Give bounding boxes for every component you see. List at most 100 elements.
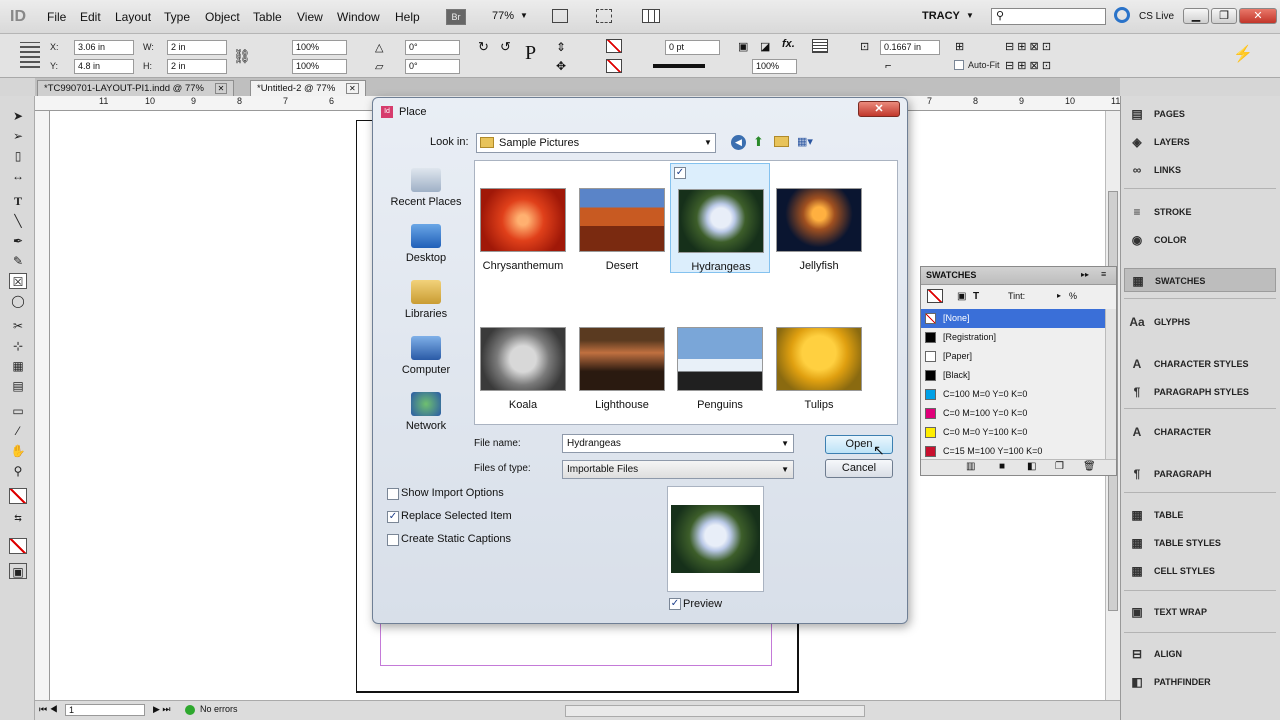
view-menu-icon[interactable]: ▦▾ [797,135,813,148]
delete-swatch-icon[interactable]: 🗑 [1083,461,1096,472]
option-checkbox[interactable] [387,488,399,500]
fill-stroke-icon[interactable] [9,488,27,504]
scissors-tool-icon[interactable]: ✂ [9,318,27,334]
file-item[interactable]: Tulips [769,302,869,412]
drop-shadow-icon[interactable]: ▣ [738,40,748,53]
zoom-level[interactable]: 77% [492,10,514,22]
apply-none-icon[interactable] [9,538,27,554]
swap-fill-stroke-icon[interactable]: ⇆ [9,510,27,526]
corner-offset-field[interactable]: 0.1667 in [880,40,940,55]
scale-x-field[interactable]: 100% [292,40,347,55]
constrain-proportions-icon[interactable]: ⛓ [233,48,251,65]
cs-live-icon[interactable] [1114,7,1130,23]
distribute-icon[interactable]: ⊟ ⊞ ⊠ ⊡ [1005,59,1051,72]
dock-item-character[interactable]: A CHARACTER [1124,420,1276,444]
gap-tool-icon[interactable]: ↔ [9,168,27,184]
line-tool-icon[interactable]: ╲ [9,213,27,229]
file-item[interactable]: Hydrangeas ✓ [670,163,770,273]
swatch-row[interactable]: [None] [921,309,1105,328]
rotate-ccw-icon[interactable]: ↺ [500,39,511,55]
swatches-panel-header[interactable]: SWATCHES ▸▸ ≡ [921,267,1116,285]
file-item[interactable]: Lighthouse [572,302,672,412]
menu-table[interactable]: Table [253,10,282,24]
chevron-down-icon[interactable]: ▼ [966,11,974,20]
screen-mode-tool-icon[interactable]: ▣ [9,563,27,579]
option-checkbox[interactable]: ✓ [387,511,399,523]
dock-item-layers[interactable]: ◈ LAYERS [1124,130,1276,154]
menu-file[interactable]: File [47,10,66,24]
swatch-row[interactable]: [Paper] [921,347,1105,366]
flip-icon[interactable]: P [525,42,536,65]
stroke-weight-field[interactable]: 0 pt [665,40,720,55]
opacity-field[interactable]: 100% [752,59,797,74]
swatch-row[interactable]: C=0 M=0 Y=100 K=0 [921,423,1105,442]
scale-y-field[interactable]: 100% [292,59,347,74]
text-frame-options-icon[interactable] [812,39,828,53]
y-position-field[interactable]: 4.8 in [74,59,134,74]
cancel-button[interactable]: Cancel [825,459,893,478]
dock-item-glyphs[interactable]: Aa GLYPHS [1124,310,1276,334]
back-icon[interactable]: ◀ [731,135,746,150]
reference-point-icon[interactable] [20,42,40,68]
width-field[interactable]: 2 in [167,40,227,55]
panel-menu-icon[interactable]: ≡ [1101,269,1106,279]
first-page-icon[interactable]: ⏮ ◀ [39,704,58,715]
next-page-icon[interactable]: ▶ ⏭ [153,704,171,715]
fill-none-icon[interactable] [606,39,622,53]
dock-item-table[interactable]: ▦ TABLE [1124,503,1276,527]
bridge-icon[interactable]: Br [446,9,466,25]
note-tool-icon[interactable]: ▭ [9,403,27,419]
direct-selection-tool-icon[interactable]: ➢ [9,128,27,144]
help-search-input[interactable]: ⚲ [991,8,1106,25]
x-position-field[interactable]: 3.06 in [74,40,134,55]
pencil-tool-icon[interactable]: ✎ [9,253,27,269]
auto-fit-checkbox[interactable] [954,60,964,70]
dock-item-cell-styles[interactable]: ▦ CELL STYLES [1124,559,1276,583]
place-libraries[interactable]: Libraries [386,280,466,320]
hand-tool-icon[interactable]: ✋ [9,443,27,459]
menu-help[interactable]: Help [395,10,420,24]
place-network[interactable]: Network [386,392,466,432]
fill-stroke-toggle-icon[interactable] [927,289,943,303]
restore-button[interactable]: ❐ [1211,8,1237,24]
gradient-tool-icon[interactable]: ▦ [9,358,27,374]
file-item[interactable]: Penguins [670,302,770,412]
vertical-ruler[interactable] [35,111,50,700]
corner-shape-icon[interactable]: ⌐ [885,60,891,72]
close-window-button[interactable]: ✕ [1239,8,1277,24]
show-all-swatches-icon[interactable]: ▥ [966,461,975,472]
swatch-row[interactable]: [Black] [921,366,1105,385]
preflight-status[interactable]: No errors [200,704,238,714]
stroke-none-icon[interactable] [606,59,622,73]
swatch-row[interactable]: [Registration] [921,328,1105,347]
page-tool-icon[interactable]: ▯ [9,148,27,164]
new-swatch-icon[interactable]: ❐ [1055,461,1064,472]
fx-icon[interactable]: fx. [782,38,795,50]
dock-item-align[interactable]: ⊟ ALIGN [1124,642,1276,666]
file-item[interactable]: Jellyfish [769,163,869,273]
tint-arrow-icon[interactable]: ▸ [1057,291,1061,300]
dock-item-paragraph[interactable]: ¶ PARAGRAPH [1124,462,1276,486]
zoom-tool-icon[interactable]: ⚲ [9,463,27,479]
formatting-affects-text-icon[interactable]: T [973,291,979,302]
fit-content-icon[interactable]: ⊞ [955,40,964,53]
free-transform-tool-icon[interactable]: ⊹ [9,338,27,354]
dock-item-paragraph-styles[interactable]: ¶ PARAGRAPH STYLES [1124,380,1276,404]
dock-item-links[interactable]: ∞ LINKS [1124,158,1276,182]
show-color-swatches-icon[interactable]: ■ [999,461,1005,472]
minimize-button[interactable]: ▁ [1183,8,1209,24]
rectangle-frame-tool-icon[interactable]: ☒ [9,273,27,289]
workspace-switcher[interactable]: TRACY [922,10,960,22]
horizontal-scrollbar[interactable] [565,705,865,717]
dock-item-color[interactable]: ◉ COLOR [1124,228,1276,252]
preview-checkbox[interactable]: ✓ [669,598,681,610]
file-type-select[interactable]: Importable Files ▼ [562,460,794,479]
view-options-icon[interactable] [552,9,568,23]
new-folder-icon[interactable] [774,136,789,147]
eyedropper-tool-icon[interactable]: ⁄ [9,423,27,439]
selection-tool-icon[interactable]: ➤ [9,108,27,124]
arrange-documents-icon[interactable] [642,9,660,23]
chevron-down-icon[interactable]: ▼ [520,11,528,20]
swatch-row[interactable]: C=100 M=0 Y=0 K=0 [921,385,1105,404]
type-tool-icon[interactable]: T [9,193,27,209]
